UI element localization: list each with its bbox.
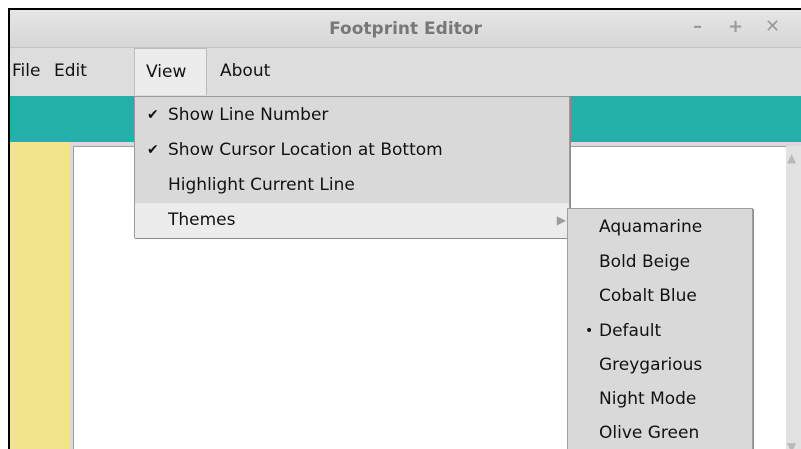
theme-label: Greygarious [599, 355, 703, 375]
theme-option-olive-green[interactable]: Olive Green [568, 416, 752, 449]
theme-option-default[interactable]: • Default [568, 314, 752, 348]
menu-about[interactable]: About [220, 48, 270, 95]
close-button[interactable]: ✕ [765, 16, 780, 37]
vertical-scrollbar[interactable]: ▲ ▼ [786, 146, 801, 449]
menu-item-label: Themes [168, 210, 236, 230]
theme-label: Default [599, 321, 662, 341]
menu-item-themes[interactable]: Themes ▶ [135, 203, 569, 238]
submenu-arrow-icon: ▶ [556, 213, 566, 227]
maximize-button[interactable]: + [728, 16, 743, 37]
menu-item-show-line-number[interactable]: ✔ Show Line Number [135, 98, 569, 133]
theme-label: Bold Beige [599, 252, 691, 272]
title-bar[interactable]: Footprint Editor – + ✕ [10, 10, 801, 48]
menu-item-label: Show Cursor Location at Bottom [168, 140, 443, 160]
menu-item-highlight-current-line[interactable]: Highlight Current Line [135, 168, 569, 203]
theme-option-night-mode[interactable]: Night Mode [568, 382, 752, 416]
menu-edit[interactable]: Edit [54, 48, 87, 95]
theme-label: Night Mode [599, 389, 697, 409]
scroll-down-icon[interactable]: ▼ [787, 441, 796, 449]
theme-option-cobalt-blue[interactable]: Cobalt Blue [568, 279, 752, 313]
checkmark-icon: ✔ [147, 107, 159, 123]
view-menu-dropdown: ✔ Show Line Number ✔ Show Cursor Locatio… [134, 96, 570, 238]
theme-label: Olive Green [599, 423, 700, 443]
scroll-up-icon[interactable]: ▲ [787, 152, 796, 164]
theme-option-greygarious[interactable]: Greygarious [568, 348, 752, 382]
app-window: Footprint Editor – + ✕ File Edit View Ab… [8, 8, 801, 449]
menu-item-show-cursor-location[interactable]: ✔ Show Cursor Location at Bottom [135, 133, 569, 168]
theme-label: Cobalt Blue [599, 286, 697, 306]
theme-option-bold-beige[interactable]: Bold Beige [568, 245, 752, 279]
checkmark-icon: ✔ [147, 142, 159, 158]
themes-submenu: Aquamarine Bold Beige Cobalt Blue • Defa… [567, 208, 753, 449]
menu-item-label: Show Line Number [168, 105, 329, 125]
menu-item-label: Highlight Current Line [168, 175, 355, 195]
menu-file[interactable]: File [12, 48, 40, 95]
theme-label: Aquamarine [599, 217, 703, 237]
menu-bar: File Edit View About [10, 48, 801, 96]
window-title: Footprint Editor [329, 19, 482, 39]
theme-option-aquamarine[interactable]: Aquamarine [568, 210, 752, 244]
radio-selected-icon: • [585, 323, 594, 339]
menu-view[interactable]: View [134, 48, 207, 95]
minimize-button[interactable]: – [693, 16, 702, 37]
line-number-gutter [10, 142, 70, 449]
